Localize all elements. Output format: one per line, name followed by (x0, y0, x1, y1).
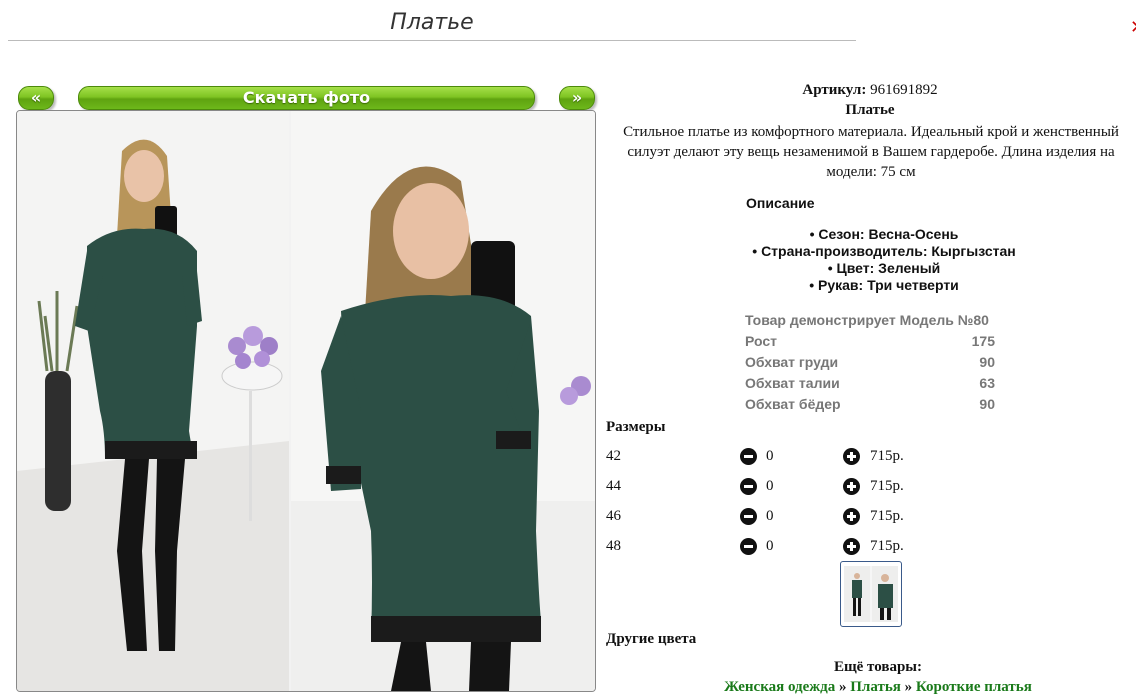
size-row: 44 0 715р. (606, 476, 936, 506)
size-label: 48 (606, 538, 621, 554)
photo-full-length (17, 111, 289, 691)
plus-icon[interactable] (843, 478, 860, 495)
model-measurements: Товар демонстрирует Модель №80 Рост 175 О… (742, 310, 998, 415)
plus-icon[interactable] (843, 448, 860, 465)
specs-list: • Сезон: Весна-Осень • Страна-производит… (700, 226, 1068, 294)
product-description: Стильное платье из комфортного материала… (623, 124, 1119, 180)
model-heading-text: Товар демонстрирует Модель №80 (745, 312, 989, 328)
minus-icon[interactable] (740, 478, 757, 495)
spec-item: • Цвет: Зеленый (827, 260, 941, 276)
download-photo-button[interactable]: Скачать фото (78, 86, 535, 110)
prev-photo-button[interactable]: « (18, 86, 54, 110)
model-row: Рост 175 (742, 331, 998, 352)
breadcrumb: Женская одежда » Платья » Короткие плать… (600, 679, 1136, 696)
plus-icon[interactable] (843, 508, 860, 525)
plus-icon[interactable] (843, 538, 860, 555)
size-label: 46 (606, 508, 621, 524)
article-value: 961691892 (870, 82, 938, 98)
quantity-value: 0 (766, 508, 774, 524)
product-photo[interactable] (16, 110, 596, 692)
model-value: 175 (971, 333, 995, 349)
size-price: 715р. (870, 508, 904, 524)
size-label: 44 (606, 478, 621, 494)
model-label: Обхват талии (745, 375, 840, 391)
breadcrumb-link[interactable]: Короткие платья (916, 679, 1032, 695)
page-title: Платье (8, 6, 856, 41)
quantity-value: 0 (766, 538, 774, 554)
sizes-title: Размеры (606, 419, 666, 435)
quantity-value: 0 (766, 448, 774, 464)
size-label: 42 (606, 448, 621, 464)
article-number: Артикул: 961691892 (600, 82, 1136, 99)
breadcrumb-link[interactable]: Женская одежда (724, 679, 835, 695)
breadcrumb-separator: » (900, 679, 916, 695)
product-name: Платье (845, 102, 895, 118)
size-price: 715р. (870, 478, 904, 494)
model-label: Обхват груди (745, 354, 839, 370)
model-value: 90 (979, 396, 995, 412)
photo-closeup (291, 111, 595, 691)
model-row: Обхват талии 63 (742, 373, 998, 394)
article-label: Артикул: (802, 82, 867, 98)
size-price: 715р. (870, 448, 904, 464)
spec-item: • Страна-производитель: Кыргызстан (752, 243, 1016, 259)
size-row: 42 0 715р. (606, 446, 936, 476)
model-heading: Товар демонстрирует Модель №80 (742, 310, 998, 331)
quantity-value: 0 (766, 478, 774, 494)
minus-icon[interactable] (740, 508, 757, 525)
size-row: 46 0 715р. (606, 506, 936, 536)
model-value: 90 (979, 354, 995, 370)
specs-title: Описание (746, 195, 815, 211)
color-variant-thumbnail[interactable] (840, 561, 902, 627)
thumbnail-image (844, 566, 898, 622)
model-row: Обхват бёдер 90 (742, 394, 998, 415)
more-goods-heading: Ещё товары: (833, 659, 923, 675)
next-photo-button[interactable]: » (559, 86, 595, 110)
model-label: Обхват бёдер (745, 396, 841, 412)
minus-icon[interactable] (740, 538, 757, 555)
model-value: 63 (979, 375, 995, 391)
close-icon[interactable]: ✕ (1130, 18, 1136, 38)
minus-icon[interactable] (740, 448, 757, 465)
model-row: Обхват груди 90 (742, 352, 998, 373)
spec-item: • Сезон: Весна-Осень (809, 226, 959, 242)
breadcrumb-link[interactable]: Платья (850, 679, 901, 695)
breadcrumb-separator: » (835, 679, 851, 695)
size-price: 715р. (870, 538, 904, 554)
model-label: Рост (745, 333, 777, 349)
other-colors-heading: Другие цвета (606, 631, 697, 647)
spec-item: • Рукав: Три четверти (809, 277, 959, 293)
